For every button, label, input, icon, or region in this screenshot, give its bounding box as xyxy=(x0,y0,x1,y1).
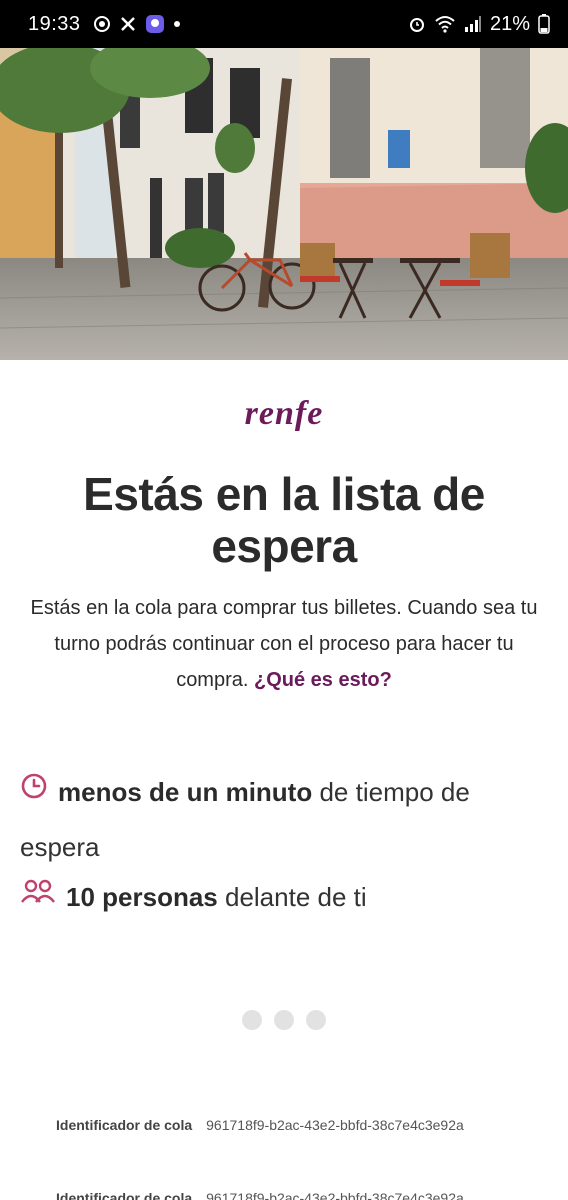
loading-dot xyxy=(274,1010,294,1030)
queue-id-value: 961718f9-b2ac-43e2-bbfd-38c7e4c3e92a xyxy=(206,1117,464,1133)
hero-image xyxy=(0,48,568,360)
wifi-icon xyxy=(434,15,456,33)
alarm-icon xyxy=(408,15,426,33)
loading-dot xyxy=(242,1010,262,1030)
people-icon xyxy=(20,871,56,921)
queue-id-row: Identificador de cola 961718f9-b2ac-43e2… xyxy=(56,1117,556,1133)
wait-time-value: menos de un minuto xyxy=(58,777,313,807)
signal-icon xyxy=(464,15,482,33)
queue-id-value: 961718f9-b2ac-43e2-bbfd-38c7e4c3e92a xyxy=(206,1190,464,1200)
queue-id-label: Identificador de cola xyxy=(56,1190,193,1200)
people-ahead-label: delante de ti xyxy=(224,882,367,912)
status-time: 19:33 xyxy=(28,12,81,35)
tools-icon xyxy=(119,15,137,33)
loading-indicator xyxy=(0,1010,568,1030)
clock-icon xyxy=(20,765,48,818)
status-right: 21% xyxy=(408,13,550,36)
people-ahead-count: 10 personas xyxy=(66,882,218,912)
queue-description: Estás en la cola para comprar tus billet… xyxy=(20,590,548,698)
focus-icon xyxy=(93,15,111,33)
queue-id-label: Identificador de cola xyxy=(56,1117,193,1133)
renfe-logo: renfe xyxy=(0,390,568,440)
people-ahead-info: 10 personas delante de ti xyxy=(20,872,540,924)
loading-dot xyxy=(306,1010,326,1030)
wait-time-info: menos de un minuto de tiempo de espera xyxy=(20,766,540,874)
page-title: Estás en la lista de espera xyxy=(83,468,485,572)
app-badge-icon xyxy=(145,14,165,34)
battery-icon xyxy=(538,14,550,34)
battery-percent: 21% xyxy=(489,12,530,35)
renfe-logo-text: renfe xyxy=(245,395,324,432)
dot-icon xyxy=(173,20,181,28)
status-notification-icons xyxy=(93,14,181,34)
help-link[interactable]: ¿Qué es esto? xyxy=(254,669,392,691)
status-bar: 19:33 21% xyxy=(0,0,568,48)
queue-id-row-duplicate: Identificador de cola 961718f9-b2ac-43e2… xyxy=(56,1190,556,1200)
